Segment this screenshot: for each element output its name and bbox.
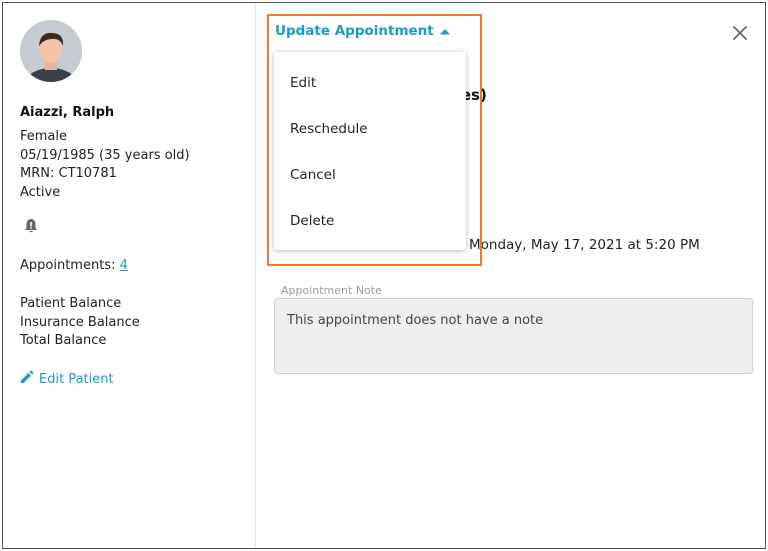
- appointments-count: Appointments: 4: [20, 258, 128, 273]
- menu-item-reschedule[interactable]: Reschedule: [274, 106, 466, 152]
- note-label: Appointment Note: [281, 284, 382, 297]
- balances: Patient Balance Insurance Balance Total …: [20, 295, 140, 351]
- patient-name: Aiazzi, Ralph: [20, 105, 115, 120]
- update-appointment-menu: Edit Reschedule Cancel Delete: [274, 52, 466, 250]
- patient-gender: Female: [20, 129, 68, 144]
- appointment-date: Monday, May 17, 2021 at 5:20 PM: [469, 237, 700, 253]
- pencil-icon: [19, 369, 39, 389]
- insurance-balance: Insurance Balance: [20, 314, 140, 330]
- edit-patient-button[interactable]: Edit Patient: [19, 369, 114, 389]
- patient-dob: 05/19/1985 (35 years old): [20, 147, 190, 163]
- menu-item-edit[interactable]: Edit: [274, 60, 466, 106]
- appointments-link[interactable]: 4: [120, 258, 128, 273]
- update-appointment-button[interactable]: Update Appointment: [275, 23, 450, 39]
- menu-item-delete[interactable]: Delete: [274, 198, 466, 244]
- patient-info: Female 05/19/1985 (35 years old) MRN: CT…: [20, 128, 190, 202]
- edit-patient-label: Edit Patient: [39, 371, 114, 387]
- update-appointment-label: Update Appointment: [275, 23, 434, 39]
- patient-mrn: MRN: CT10781: [20, 166, 117, 181]
- patient-balance: Patient Balance: [20, 296, 122, 311]
- appointment-dialog: Aiazzi, Ralph Female 05/19/1985 (35 year…: [2, 2, 766, 549]
- caret-up-icon: [434, 23, 450, 39]
- patient-status: Active: [20, 184, 61, 200]
- close-icon[interactable]: [731, 24, 749, 42]
- total-balance: Total Balance: [20, 333, 107, 348]
- menu-item-cancel[interactable]: Cancel: [274, 152, 466, 198]
- avatar: [20, 20, 82, 82]
- bell-icon[interactable]: [22, 217, 40, 235]
- appointments-label: Appointments:: [20, 258, 116, 273]
- patient-panel: Aiazzi, Ralph Female 05/19/1985 (35 year…: [3, 3, 256, 548]
- note-field[interactable]: This appointment does not have a note: [274, 298, 753, 374]
